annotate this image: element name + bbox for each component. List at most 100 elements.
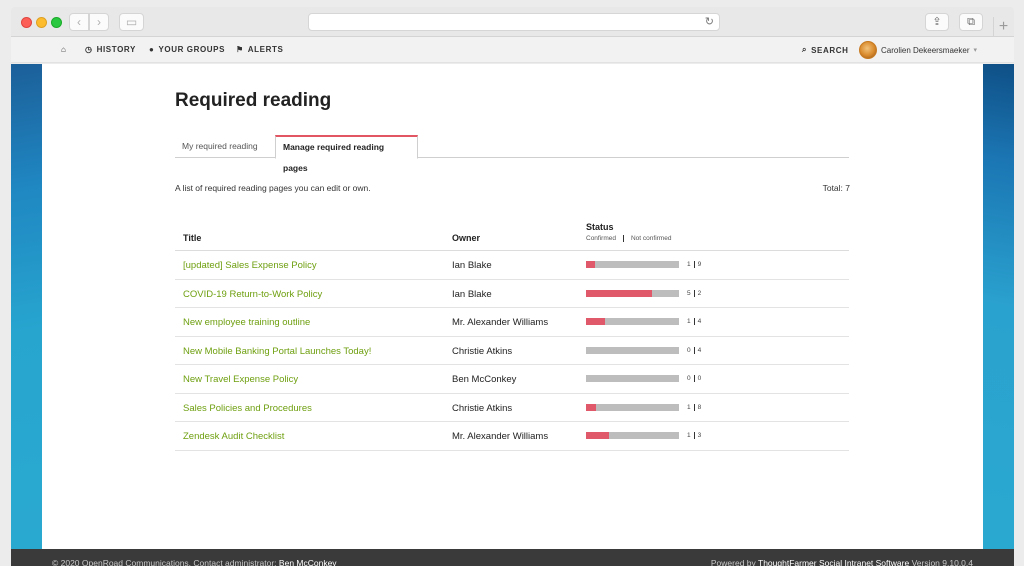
table-row: Sales Policies and Procedures Christie At… [175, 394, 849, 422]
browser-titlebar: ‹ › ▭ ↻ ⇪ ⧉ [11, 7, 1014, 37]
owner-name: Mr. Alexander Williams [452, 317, 549, 328]
count-separator [693, 289, 695, 297]
chevron-right-icon: › [97, 15, 101, 29]
tabs-icon: ⧉ [967, 16, 975, 28]
plus-icon: + [998, 18, 1009, 35]
status-legend: Confirmed Not confirmed [586, 235, 671, 242]
nav-history[interactable]: ◷ HISTORY [85, 45, 136, 54]
sidebar-icon: ▭ [125, 15, 138, 29]
reading-page-link[interactable]: New Travel Expense Policy [183, 374, 298, 385]
user-icon: ● [149, 45, 155, 54]
total-count: Total: 7 [822, 183, 850, 193]
version-text: Version 9.10.0.4 [911, 558, 973, 566]
reading-page-link[interactable]: New employee training outline [183, 317, 310, 328]
owner-name: Ian Blake [452, 260, 492, 271]
nav-groups-label: YOUR GROUPS [158, 45, 226, 54]
flag-icon: ⚑ [236, 45, 244, 54]
status-progress-fill [586, 403, 597, 411]
reading-page-link[interactable]: New Mobile Banking Portal Launches Today… [183, 346, 371, 357]
tab-bar: My required reading Manage required read… [175, 135, 849, 173]
avatar [859, 41, 877, 59]
user-name: Carolien Dekeersmaeker [881, 45, 970, 55]
sidebar-toggle-button[interactable]: ▭ [119, 13, 144, 31]
status-counts: 00 [687, 375, 701, 382]
status-progress-bar [586, 346, 679, 354]
table-row: [updated] Sales Expense Policy Ian Blake 1… [175, 251, 849, 280]
legend-not-confirmed: Not confirmed [630, 235, 672, 242]
user-menu[interactable]: Carolien Dekeersmaeker ▾ [859, 41, 977, 59]
footer: © 2020 OpenRoad Communications. Contact … [11, 549, 1014, 566]
column-header-owner[interactable]: Owner [452, 233, 480, 243]
required-reading-table: Title Owner Status Confirmed Not confirm… [175, 220, 849, 451]
confirmed-count: 0 [687, 375, 691, 382]
minimize-window-button[interactable] [36, 17, 47, 28]
background-decoration-right [983, 64, 1014, 549]
not-confirmed-count: 4 [697, 318, 702, 325]
count-separator [693, 375, 695, 382]
confirmed-count: 1 [687, 403, 691, 411]
nav-home[interactable]: ⌂ [61, 45, 66, 54]
status-progress-bar [586, 432, 679, 439]
confirmed-count: 5 [687, 289, 691, 297]
not-confirmed-count: 0 [697, 375, 702, 382]
status-counts: 19 [687, 261, 701, 268]
table-row: Zendesk Audit Checklist Mr. Alexander Wil… [175, 422, 849, 451]
reading-page-link[interactable]: [updated] Sales Expense Policy [183, 260, 317, 271]
status-counts: 14 [687, 318, 701, 325]
count-separator [693, 403, 695, 411]
footer-copyright-text: © 2020 OpenRoad Communications. Contact … [52, 558, 277, 566]
reading-page-link[interactable]: COVID-19 Return-to-Work Policy [183, 289, 322, 300]
tab-manage-required-reading[interactable]: Manage required reading pages [275, 135, 418, 173]
nav-your-groups[interactable]: ● YOUR GROUPS [149, 45, 225, 54]
tab-overview-button[interactable]: ⧉ [959, 13, 983, 31]
thoughtfarmer-link[interactable]: ThoughtFarmer Social Intranet Software [758, 558, 909, 566]
page-title: Required reading [175, 90, 332, 111]
background-decoration-left [11, 64, 42, 549]
nav-search[interactable]: ⌕ SEARCH [802, 45, 848, 55]
legend-separator [622, 235, 624, 242]
status-progress-bar [586, 289, 679, 297]
chevron-left-icon: ‹ [77, 15, 81, 29]
maximize-window-button[interactable] [51, 17, 62, 28]
page-description: A list of required reading pages you can… [175, 183, 371, 193]
status-progress-fill [586, 318, 605, 325]
reload-icon[interactable]: ↻ [705, 15, 714, 28]
table-header: Title Owner Status Confirmed Not confirm… [175, 220, 849, 251]
reading-page-link[interactable]: Sales Policies and Procedures [183, 403, 312, 414]
forward-button[interactable]: › [89, 13, 109, 31]
table-row: COVID-19 Return-to-Work Policy Ian Blake 5… [175, 280, 849, 308]
search-icon: ⌕ [802, 45, 808, 54]
nav-history-label: HISTORY [96, 45, 136, 54]
close-window-button[interactable] [21, 17, 32, 28]
window-bottom-edge [0, 566, 1024, 583]
confirmed-count: 0 [687, 346, 691, 354]
new-tab-button[interactable]: + [993, 17, 1013, 37]
status-progress-bar [586, 375, 679, 382]
powered-by-text: Powered by [710, 558, 756, 566]
not-confirmed-count: 4 [697, 346, 702, 354]
status-progress-bar [586, 261, 679, 268]
count-separator [693, 261, 695, 268]
table-body: [updated] Sales Expense Policy Ian Blake 1… [175, 251, 849, 451]
count-separator [693, 346, 695, 354]
nav-alerts[interactable]: ⚑ ALERTS [236, 45, 283, 54]
tab-my-required-reading[interactable]: My required reading [175, 135, 265, 158]
app-nav-bar: ⌂ ◷ HISTORY ● YOUR GROUPS ⚑ ALERTS ⌕ SEARCH … [11, 37, 1014, 63]
status-counts: 13 [687, 432, 701, 439]
reading-page-link[interactable]: Zendesk Audit Checklist [183, 431, 284, 442]
column-header-title[interactable]: Title [183, 233, 201, 243]
back-button[interactable]: ‹ [69, 13, 89, 31]
share-button[interactable]: ⇪ [925, 13, 949, 31]
status-progress-fill [586, 289, 653, 297]
contact-admin-link[interactable]: Ben McConkey [279, 558, 337, 566]
legend-confirmed: Confirmed [586, 235, 616, 242]
browser-window: ‹ › ▭ ↻ ⇪ ⧉ + ⌂ ◷ HISTORY ● YOUR GROUPS ⚑ A… [0, 0, 1024, 583]
clock-icon: ◷ [85, 45, 93, 54]
status-progress-bar [586, 403, 679, 411]
not-confirmed-count: 8 [697, 403, 702, 411]
status-counts: 18 [687, 403, 702, 411]
address-bar[interactable]: ↻ [308, 13, 720, 31]
table-row: New employee training outline Mr. Alexand… [175, 308, 849, 337]
status-counts: 04 [687, 346, 702, 354]
home-icon: ⌂ [61, 45, 67, 54]
